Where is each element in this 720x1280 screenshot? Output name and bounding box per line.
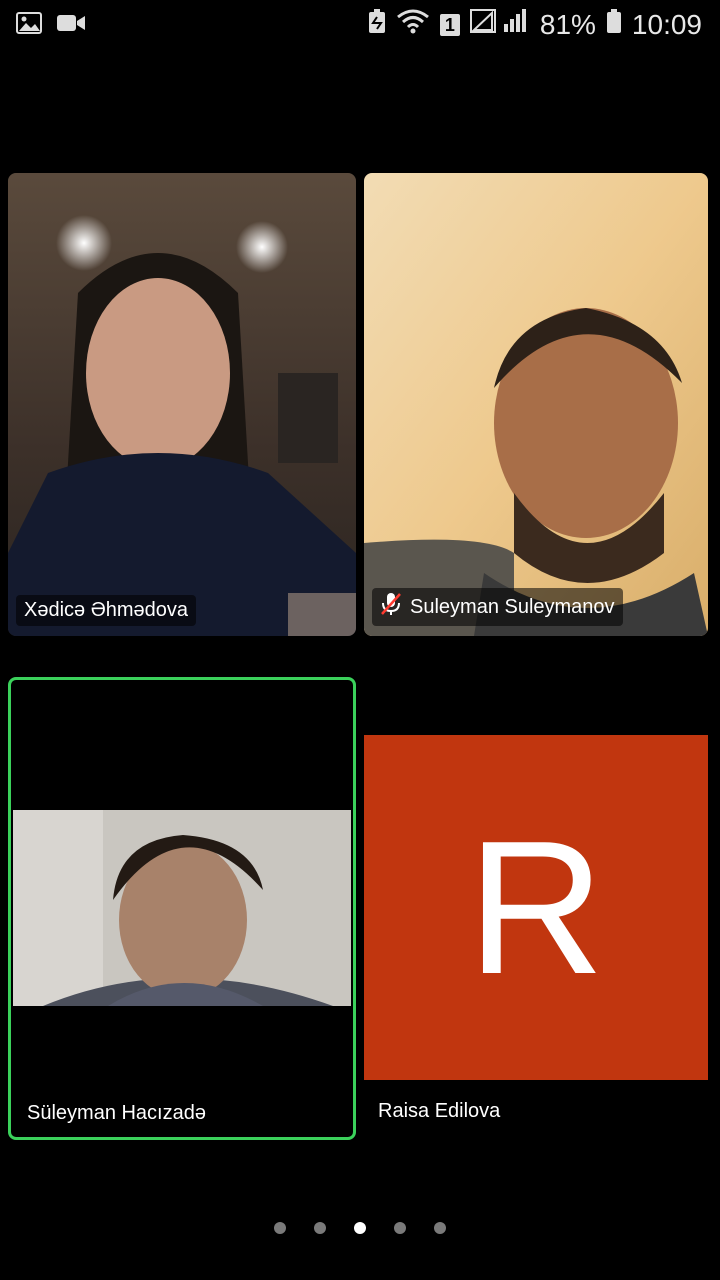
participant-name: Suleyman Suleymanov (410, 595, 615, 618)
page-dot-active[interactable] (354, 1222, 366, 1234)
mic-muted-icon (380, 592, 402, 622)
image-icon (16, 12, 42, 39)
battery-percent: 81% (539, 8, 596, 40)
participant-video (13, 810, 351, 1006)
battery-icon (606, 8, 622, 41)
battery-saver-icon (368, 8, 386, 41)
wifi-icon (396, 8, 430, 41)
participant-video (8, 173, 356, 636)
sim-badge: 1 (439, 13, 460, 36)
participant-name: Xədicə Əhmədova (24, 599, 189, 621)
video-tile-participant-2[interactable]: Suleyman Suleymanov (364, 173, 708, 636)
signal-icon (469, 8, 530, 41)
participant-name: Raisa Edilova (378, 1100, 501, 1122)
page-indicator (0, 1222, 720, 1234)
page-dot[interactable] (274, 1222, 286, 1234)
page-dot[interactable] (314, 1222, 326, 1234)
avatar-tile-participant-4[interactable]: R (364, 735, 708, 1080)
video-tile-participant-1[interactable]: Xədicə Əhmədova (8, 173, 356, 636)
participant-name-tag: Süleyman Hacızadə (19, 1098, 214, 1129)
participant-name: Süleyman Hacızadə (27, 1102, 206, 1124)
participant-video (364, 173, 708, 636)
avatar-letter: R (467, 801, 605, 1014)
page-dot[interactable] (434, 1222, 446, 1234)
video-icon (56, 13, 86, 38)
clock: 10:09 (631, 8, 702, 40)
participant-name-tag: Suleyman Suleymanov (372, 588, 623, 626)
video-tile-participant-3-active-speaker[interactable]: Süleyman Hacızadə (8, 677, 356, 1140)
page-dot[interactable] (394, 1222, 406, 1234)
participant-name-tag: Xədicə Əhmədova (16, 595, 197, 626)
status-bar: 1 81% 10:09 (0, 0, 720, 48)
